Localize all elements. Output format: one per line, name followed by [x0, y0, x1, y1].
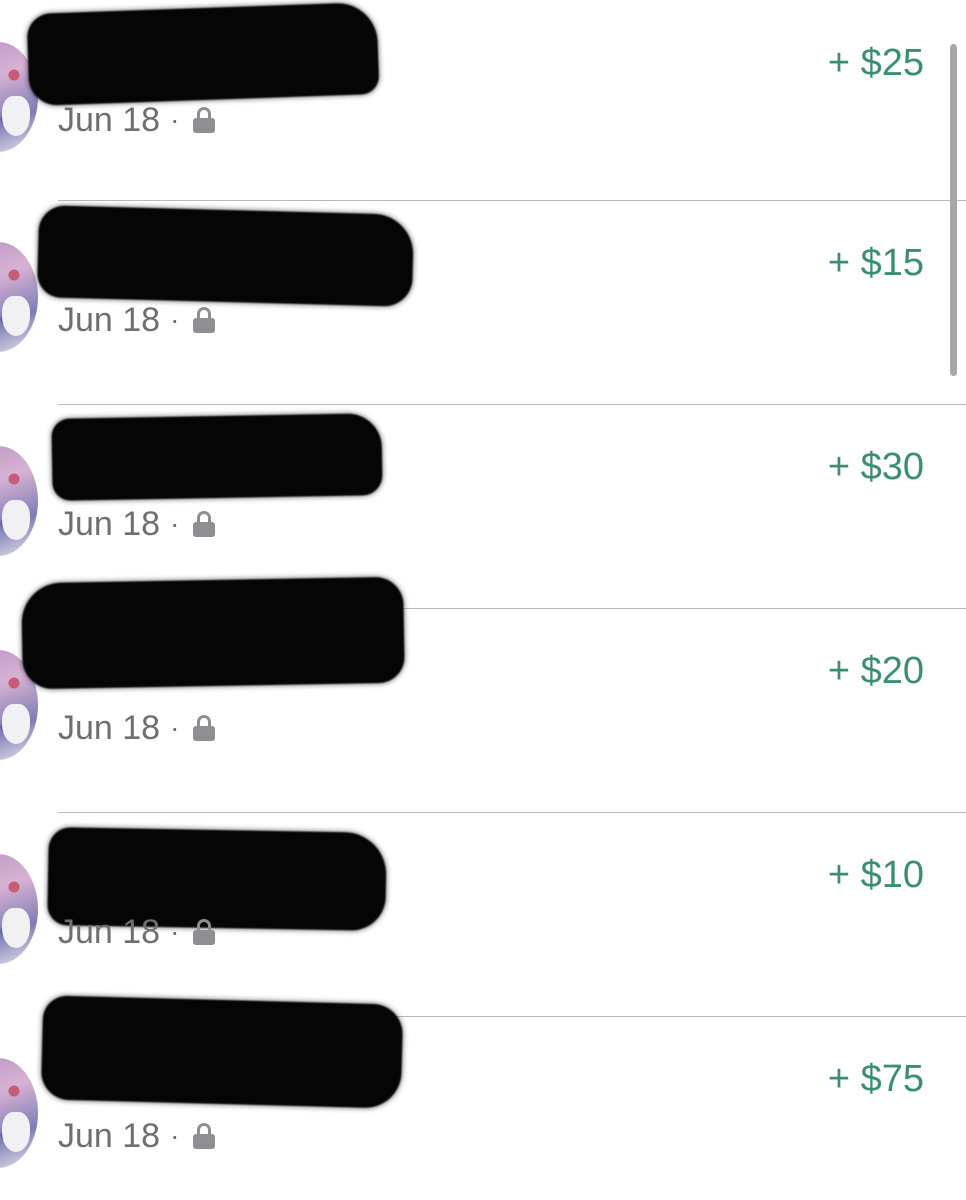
- transaction-date: Jun 18: [58, 101, 161, 139]
- transaction-amount: + $30: [827, 446, 924, 488]
- transaction-meta: Jun 18 ·: [58, 1116, 216, 1156]
- transaction-date: Jun 18: [58, 913, 161, 951]
- row-divider: [58, 404, 966, 405]
- row-divider: [58, 812, 966, 813]
- redacted-name: [26, 1, 380, 107]
- transaction-date: Jun 18: [58, 505, 161, 543]
- transaction-meta: Jun 18 ·: [58, 504, 216, 544]
- transaction-date: Jun 18: [58, 301, 161, 339]
- meta-separator: ·: [170, 508, 180, 539]
- transaction-row[interactable]: Jun 18 · + $30: [0, 404, 966, 608]
- lock-icon: [193, 1123, 216, 1149]
- redacted-name: [36, 205, 415, 307]
- transaction-meta: Jun 18 ·: [58, 912, 216, 952]
- transaction-date: Jun 18: [58, 1117, 161, 1155]
- lock-icon: [193, 919, 216, 945]
- transaction-meta: Jun 18 ·: [58, 100, 216, 140]
- row-divider: [58, 200, 966, 201]
- lock-icon: [193, 715, 216, 741]
- transaction-amount: + $75: [827, 1058, 924, 1100]
- transaction-meta: Jun 18 ·: [58, 300, 216, 340]
- transaction-date: Jun 18: [58, 709, 161, 747]
- transaction-list: Jun 18 · + $25 Jun 18 · + $15 Jun 18 · +…: [0, 0, 966, 1200]
- redacted-name: [40, 995, 404, 1109]
- transaction-amount: + $25: [827, 42, 924, 84]
- meta-separator: ·: [170, 1120, 180, 1151]
- redacted-name: [51, 413, 383, 501]
- lock-icon: [193, 107, 216, 133]
- meta-separator: ·: [170, 916, 180, 947]
- meta-separator: ·: [170, 104, 180, 135]
- lock-icon: [193, 307, 216, 333]
- transaction-amount: + $15: [827, 242, 924, 284]
- avatar: [0, 854, 38, 964]
- avatar: [0, 1058, 38, 1168]
- avatar: [0, 446, 38, 556]
- transaction-row[interactable]: Jun 18 · + $75: [0, 995, 966, 1200]
- transaction-meta: Jun 18 ·: [58, 708, 216, 748]
- transaction-row[interactable]: Jun 18 · + $20: [0, 576, 966, 812]
- transaction-row[interactable]: Jun 18 · + $10: [0, 812, 966, 1016]
- meta-separator: ·: [170, 304, 180, 335]
- scrollbar[interactable]: [950, 44, 957, 376]
- redacted-name: [21, 576, 405, 690]
- lock-icon: [193, 511, 216, 537]
- meta-separator: ·: [170, 712, 180, 743]
- transaction-amount: + $10: [827, 854, 924, 896]
- transaction-row[interactable]: Jun 18 · + $15: [0, 200, 966, 404]
- transaction-row[interactable]: Jun 18 · + $25: [0, 0, 966, 204]
- transaction-amount: + $20: [827, 650, 924, 692]
- avatar: [0, 242, 38, 352]
